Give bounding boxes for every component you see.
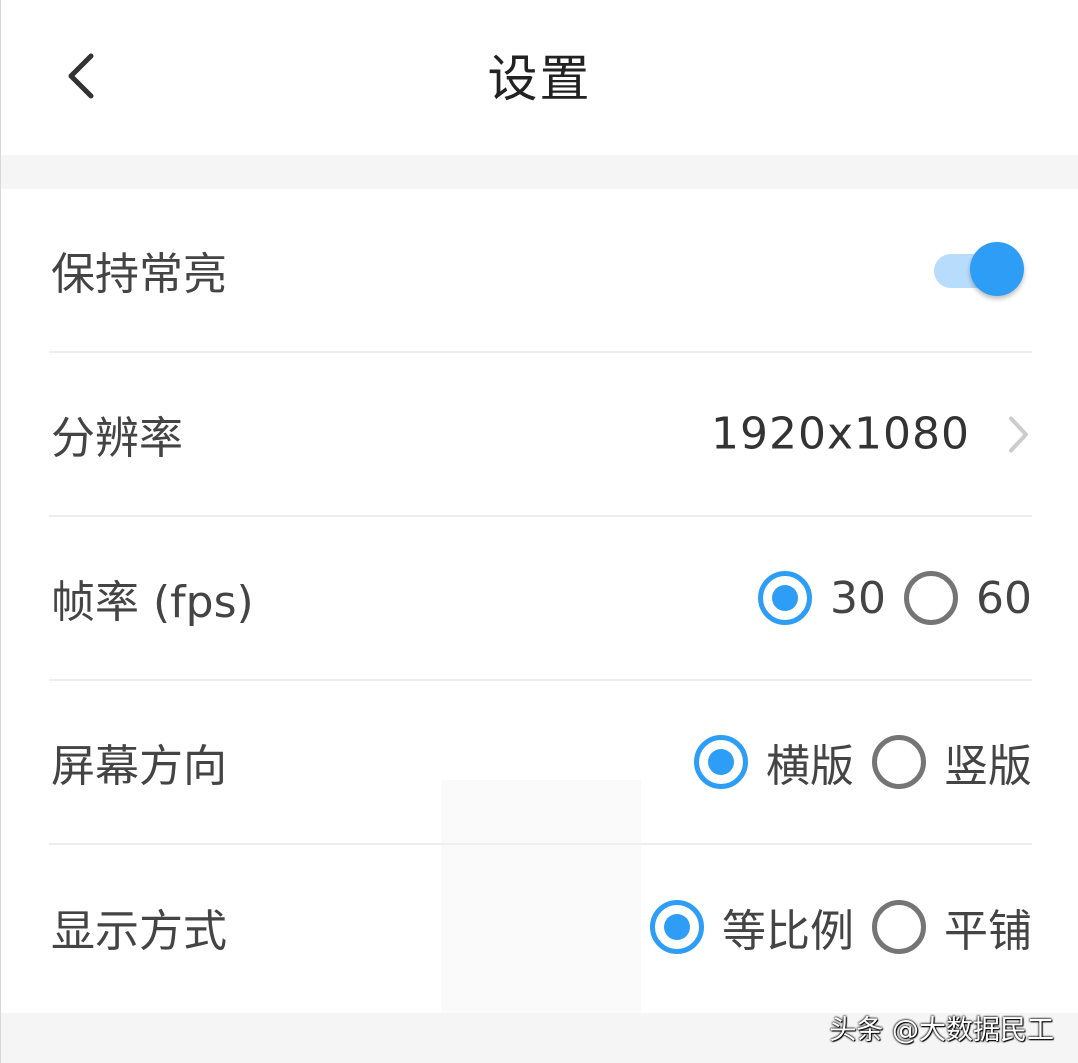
- settings-screen: 设置 保持常亮 分辨率 1920x1080 帧率 (fps) 30 60 屏幕方…: [0, 0, 1078, 1063]
- radio-checked-icon: [650, 900, 704, 954]
- frame-rate-option-30[interactable]: 30: [758, 571, 886, 625]
- display-mode-label: 显示方式: [51, 906, 227, 957]
- resolution-label: 分辨率: [51, 413, 183, 464]
- resolution-value: 1920x1080: [711, 408, 970, 460]
- display-mode-option-label: 等比例: [722, 906, 854, 957]
- header: 设置: [1, 0, 1078, 155]
- radio-unchecked-icon: [904, 571, 958, 625]
- orientation-option-label: 竖版: [944, 741, 1032, 792]
- frame-rate-option-label: 30: [830, 572, 886, 624]
- setting-resolution[interactable]: 分辨率 1920x1080: [49, 353, 1032, 517]
- section-divider: [1, 155, 1078, 189]
- keep-screen-on-toggle[interactable]: [934, 242, 1024, 298]
- radio-checked-icon: [758, 571, 812, 625]
- chevron-right-icon: [1006, 414, 1030, 454]
- page-title: 设置: [487, 50, 592, 108]
- watermark-text: 头条 @大数据民工: [829, 1015, 1054, 1046]
- orientation-option-landscape[interactable]: 横版: [694, 730, 854, 794]
- display-mode-option-label: 平铺: [944, 906, 1032, 957]
- frame-rate-option-label: 60: [976, 572, 1032, 624]
- keep-screen-on-label: 保持常亮: [51, 249, 227, 300]
- setting-frame-rate: 帧率 (fps) 30 60: [49, 517, 1032, 681]
- toggle-thumb: [970, 242, 1024, 296]
- radio-unchecked-icon: [872, 735, 926, 789]
- frame-rate-label: 帧率 (fps): [51, 577, 254, 628]
- frame-rate-option-60[interactable]: 60: [904, 571, 1032, 625]
- radio-unchecked-icon: [872, 900, 926, 954]
- orientation-option-label: 横版: [766, 741, 854, 792]
- orientation-label: 屏幕方向: [51, 741, 227, 792]
- display-mode-option-proportional[interactable]: 等比例: [650, 895, 854, 959]
- display-mode-option-tile[interactable]: 平铺: [872, 895, 1032, 959]
- radio-checked-icon: [694, 735, 748, 789]
- orientation-option-portrait[interactable]: 竖版: [872, 730, 1032, 794]
- setting-keep-screen-on: 保持常亮: [49, 189, 1032, 353]
